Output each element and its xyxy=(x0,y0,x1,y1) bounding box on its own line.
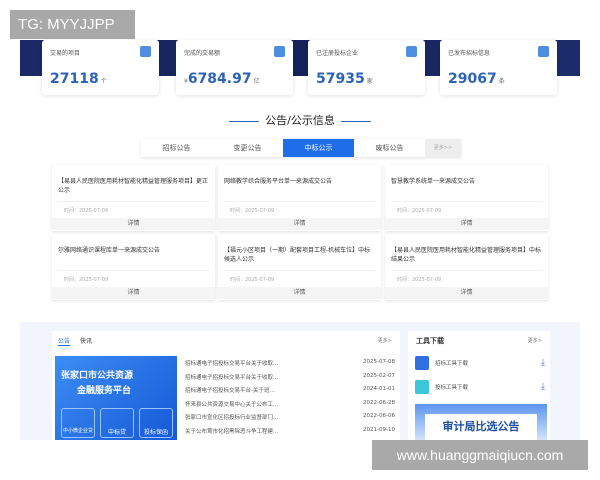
tab-announcements[interactable]: 公告 xyxy=(58,336,71,346)
stat-value: 57935 xyxy=(316,71,365,87)
stat-unit: 亿 xyxy=(253,78,260,85)
notice-title[interactable]: 网络教学综合服务平台单一来源成交公告 xyxy=(218,165,381,201)
notice-date: 时间：2025-07-09 xyxy=(58,270,209,287)
details-button[interactable]: 详情 xyxy=(385,218,548,230)
tab-change-notice[interactable]: 变更公告 xyxy=(212,139,283,157)
bid-tool-icon xyxy=(415,380,429,394)
notice-title[interactable]: 【福元小区项目（一期）配套项目工程-机械车位】中标候选人公示 xyxy=(218,234,381,270)
notice-card[interactable]: 尔雅网络通识课程库单一来源成交公告 时间：2025-07-09 详情 xyxy=(52,234,215,300)
stat-label: 完成的交易额 xyxy=(184,50,221,57)
notice-card[interactable]: 【易县人民医院医用耗材智能化精益管理服务项目】更正公示 时间：2025-07-0… xyxy=(52,165,215,231)
tools-more-link[interactable]: 更多> xyxy=(528,337,542,344)
notice-date: 时间：2025-07-09 xyxy=(224,270,375,287)
news-item[interactable]: 招标通电子招投标交易平台关于收取... 2025-02-07 xyxy=(185,373,395,381)
news-item[interactable]: 张家口市宣化区招投标行业监督部门... 2022-06-06 xyxy=(185,413,395,421)
news-date: 2022-06-06 xyxy=(363,413,395,419)
download-icon[interactable]: ⤓ xyxy=(541,358,545,368)
tool-label: 招标工具下载 xyxy=(435,361,469,367)
news-title[interactable]: 招标通电子招投标交易平台-关于班... xyxy=(185,386,275,394)
tab-void-notice[interactable]: 废标公告 xyxy=(354,139,425,157)
stat-value: 6784.97 xyxy=(187,71,252,87)
notice-date: 时间：2025-07-09 xyxy=(391,201,542,218)
news-item[interactable]: 关于公布莺市化招黑除恶斗争工程建... 2021-09-10 xyxy=(185,427,395,435)
stat-value: 29067 xyxy=(448,71,497,87)
tender-tool-icon xyxy=(415,356,429,370)
tab-news-flash[interactable]: 快讯 xyxy=(80,336,92,345)
notice-card[interactable]: 【易县人民医院医用耗材智能化精益管理服务项目】中标结果公示 时间：2025-07… xyxy=(385,234,548,300)
news-date: 2021-09-10 xyxy=(363,426,395,433)
notice-card[interactable]: 智慧教学系统单一来源成交公告 时间：2025-07-09 详情 xyxy=(385,165,548,231)
download-icon[interactable]: ⤓ xyxy=(541,382,545,392)
details-button[interactable]: 详情 xyxy=(52,287,215,299)
news-date: 2025-02-07 xyxy=(363,372,395,379)
news-title[interactable]: 怀来县公共资源交易中心关于公布工... xyxy=(185,400,278,408)
stat-label: 已发布招标信息 xyxy=(448,50,491,57)
stat-unit: 条 xyxy=(498,78,505,85)
tab-bid-notice[interactable]: 招标公告 xyxy=(141,139,212,157)
notice-date: 时间：2025-07-09 xyxy=(224,201,375,218)
details-button[interactable]: 详情 xyxy=(52,218,215,230)
award-loan-button[interactable]: 中标贷 xyxy=(100,408,134,438)
notice-date: 时间：2025-07-09 xyxy=(391,270,542,287)
tool-item[interactable]: 投标工具下载 ⤓ xyxy=(415,379,545,395)
notice-title[interactable]: 【易县人民医院医用耗材智能化精益管理服务项目】中标结果公示 xyxy=(385,234,548,270)
notice-tabs: 招标公告 变更公告 中标公示 废标公告 更多>> xyxy=(141,139,461,157)
audit-bureau-banner[interactable]: 审计局比选公告 xyxy=(415,404,547,440)
section-title: 公告/公示信息 xyxy=(0,112,600,128)
stat-card: 已注册投标企业 57935 家 xyxy=(308,40,425,95)
audit-banner-text: 审计局比选公告 xyxy=(425,414,537,440)
news-title[interactable]: 关于公布莺市化招黑除恶斗争工程建... xyxy=(185,427,278,435)
sme-loan-button[interactable]: 中小微企业贷 xyxy=(61,408,95,438)
user-icon xyxy=(406,46,417,57)
tool-item[interactable]: 招标工具下载 ⤓ xyxy=(415,355,545,371)
stat-value: 27118 xyxy=(50,71,99,87)
notice-title[interactable]: 尔雅网络通识课程库单一来源成交公告 xyxy=(52,234,215,270)
stat-unit: 个 xyxy=(100,78,107,85)
tools-title: 工具下载 xyxy=(416,337,444,345)
watermark-top: TG: MYYJJPP xyxy=(10,10,135,39)
details-button[interactable]: 详情 xyxy=(218,287,381,299)
promo-subtitle: 金融服务平台 xyxy=(77,386,132,396)
bid-guarantee-button[interactable]: 投标保函 xyxy=(139,408,173,438)
more-link[interactable]: 更多> xyxy=(378,337,392,344)
news-item[interactable]: 招标通电子招投标交易平台-关于班... 2024-01-01 xyxy=(185,386,395,394)
promo-title: 张家口市公共资源 xyxy=(61,371,134,381)
document-icon xyxy=(538,46,549,57)
stat-card: 交易的项目 27118 个 xyxy=(42,40,159,95)
news-title[interactable]: 张家口市宣化区招投标行业监督部门... xyxy=(185,413,278,421)
details-button[interactable]: 详情 xyxy=(218,218,381,230)
tool-label: 投标工具下载 xyxy=(435,385,469,391)
more-link[interactable]: 更多>> xyxy=(425,139,461,157)
news-date: 2025-07-08 xyxy=(363,359,395,365)
monitor-icon xyxy=(140,46,151,57)
news-date: 2024-01-01 xyxy=(363,386,395,392)
tab-award-notice[interactable]: 中标公示 xyxy=(283,139,354,157)
notice-card[interactable]: 【福元小区项目（一期）配套项目工程-机械车位】中标候选人公示 时间：2025-0… xyxy=(218,234,381,300)
notice-date: 时间：2025-07-09 xyxy=(58,201,209,218)
notice-title[interactable]: 智慧教学系统单一来源成交公告 xyxy=(385,165,548,201)
news-item[interactable]: 招标通电子招投标交易平台关于收取... 2025-07-08 xyxy=(185,359,395,367)
details-button[interactable]: 详情 xyxy=(385,287,548,299)
finance-platform-banner[interactable]: 张家口市公共资源 金融服务平台 中小微企业贷 中标贷 投标保函 xyxy=(55,356,177,440)
news-item[interactable]: 怀来县公共资源交易中心关于公布工... 2022-06-28 xyxy=(185,400,395,408)
money-bag-icon xyxy=(274,46,285,57)
stat-card: 完成的交易额 ¥6784.97 亿 xyxy=(176,40,293,95)
section-title-text: 公告/公示信息 xyxy=(265,114,335,127)
news-title[interactable]: 招标通电子招投标交易平台关于收取... xyxy=(185,373,278,381)
news-date: 2022-06-28 xyxy=(363,399,395,406)
stat-card: 已发布招标信息 29067 条 xyxy=(440,40,557,95)
stat-label: 已注册投标企业 xyxy=(316,50,359,57)
watermark-bottom: www.huanggmaiqiucn.com xyxy=(372,440,588,470)
notice-card[interactable]: 网络教学综合服务平台单一来源成交公告 时间：2025-07-09 详情 xyxy=(218,165,381,231)
stat-label: 交易的项目 xyxy=(50,50,81,57)
notice-title[interactable]: 【易县人民医院医用耗材智能化精益管理服务项目】更正公示 xyxy=(52,165,215,201)
stat-unit: 家 xyxy=(366,78,373,85)
news-title[interactable]: 招标通电子招投标交易平台关于收取... xyxy=(185,359,278,367)
